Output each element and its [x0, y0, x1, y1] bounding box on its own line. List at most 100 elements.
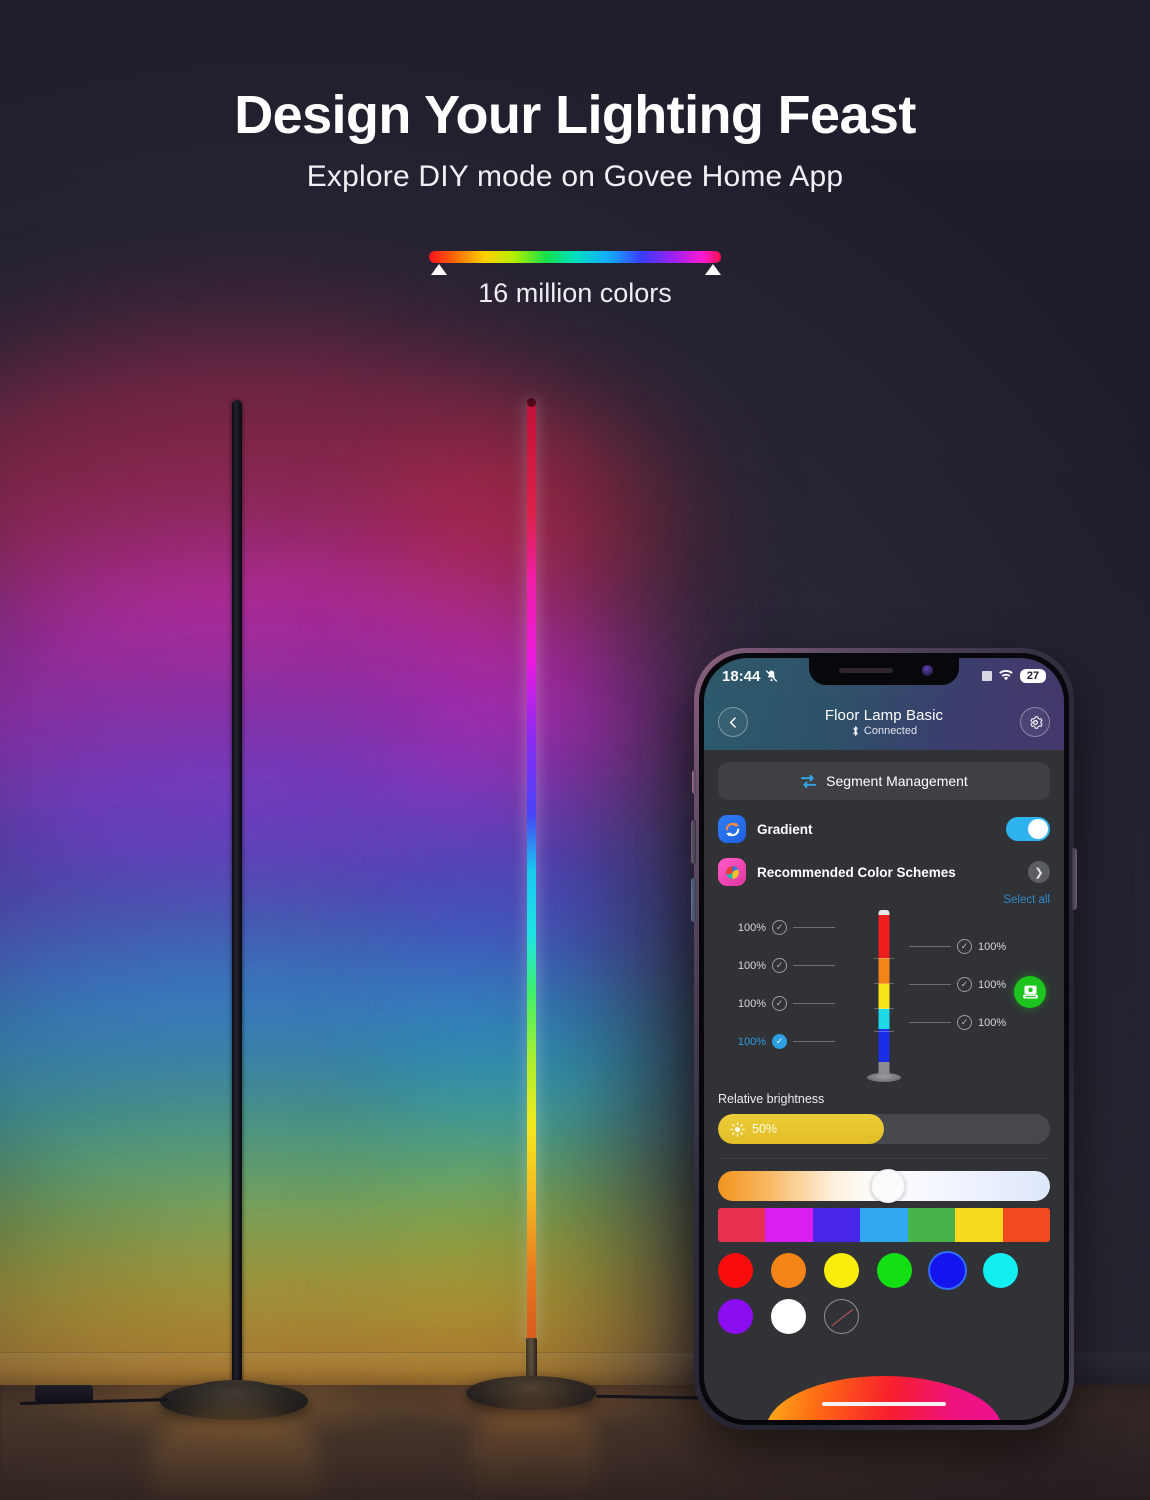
segment-management-label: Segment Management	[826, 773, 968, 789]
app-content: Segment Management Gradient Recommended …	[704, 750, 1064, 1420]
scheme-swatch-6[interactable]	[955, 1208, 1003, 1242]
device-status: Connected	[825, 725, 943, 737]
settings-button[interactable]	[1020, 707, 1050, 737]
sun-icon	[730, 1121, 745, 1137]
segment-checkbox-right-1[interactable]: ✓	[957, 939, 972, 954]
segment-checkbox-left-4[interactable]: ✓	[772, 1034, 787, 1049]
chevron-right-icon[interactable]: ❯	[1028, 861, 1050, 883]
recommended-color-schemes-label: Recommended Color Schemes	[757, 864, 956, 880]
segment-color-5[interactable]	[878, 1029, 890, 1062]
status-left: 18:44	[722, 668, 778, 685]
select-all-link[interactable]: Select all	[718, 894, 1050, 906]
color-swatch-purple[interactable]	[718, 1299, 753, 1334]
segment-tick-left-2[interactable]: 100% ✓	[732, 958, 835, 973]
phone-mute-switch[interactable]	[692, 770, 696, 794]
relative-brightness-fill: 50%	[718, 1114, 884, 1144]
phone-power-button[interactable]	[1072, 848, 1077, 910]
segment-checkbox-left-1[interactable]: ✓	[772, 920, 787, 935]
gear-icon	[1029, 715, 1043, 729]
color-swatch-red[interactable]	[718, 1253, 753, 1288]
segment-pct-left-1: 100%	[737, 921, 766, 934]
segment-color-1[interactable]	[878, 914, 890, 959]
device-name: Floor Lamp Basic	[824, 707, 944, 724]
home-indicator[interactable]	[822, 1402, 946, 1406]
spectrum-caption: 16 million colors	[478, 278, 672, 308]
color-swatch-blue[interactable]	[930, 1253, 965, 1288]
color-swatch-green[interactable]	[877, 1253, 912, 1288]
scheme-swatch-4[interactable]	[860, 1208, 908, 1242]
gradient-toggle[interactable]	[1006, 817, 1050, 841]
relative-brightness-slider[interactable]: 50%	[718, 1114, 1050, 1144]
scheme-swatch-7[interactable]	[1002, 1208, 1050, 1242]
gradient-row[interactable]: Gradient	[718, 815, 1050, 843]
phone-mockup: 18:44 27 Floor Lamp Basic Connected Segm…	[691, 648, 1077, 1430]
spectrum-bar	[429, 251, 721, 275]
segment-tick-left-1[interactable]: 100% ✓	[732, 920, 835, 935]
status-right: 27	[982, 669, 1046, 683]
segment-divider-4	[874, 1031, 894, 1032]
scheme-swatch-1[interactable]	[718, 1208, 766, 1242]
color-swatch-grid	[718, 1253, 1050, 1334]
segment-color-2[interactable]	[878, 958, 890, 984]
status-bar: 18:44 27	[704, 658, 1064, 694]
segment-divider-3	[874, 1008, 894, 1009]
spectrum-gradient	[429, 251, 721, 263]
phone-bezel: 18:44 27 Floor Lamp Basic Connected Segm…	[699, 653, 1069, 1425]
power-adapter	[35, 1385, 93, 1403]
segment-pct-right-2: 100%	[978, 978, 1007, 991]
segment-tick-left-4[interactable]: 100% ✓	[732, 1034, 835, 1049]
spectrum-left-marker-icon	[431, 264, 447, 275]
segment-pct-left-2: 100%	[737, 959, 766, 972]
color-swatch-orange[interactable]	[771, 1253, 806, 1288]
bottom-gradient-arc	[766, 1376, 1002, 1420]
right-lamp-tip	[527, 398, 536, 407]
connection-status-text: Connected	[863, 725, 918, 737]
segment-lamp-cap	[878, 910, 890, 915]
segment-pct-right-1: 100%	[978, 940, 1007, 953]
page-title: Design Your Lighting Feast	[234, 85, 916, 145]
camera-scan-icon[interactable]	[1014, 976, 1046, 1008]
color-wheel-icon	[718, 858, 746, 886]
device-title-block: Floor Lamp Basic Connected	[825, 707, 943, 737]
scheme-swatch-3[interactable]	[812, 1208, 861, 1242]
color-swatch-white[interactable]	[771, 1299, 806, 1334]
cellular-signal-icon	[982, 671, 992, 681]
segment-pct-left-4: 100%	[737, 1035, 766, 1048]
rgb-floor-lamp-right-tube	[527, 400, 536, 1340]
scheme-swatch-5[interactable]	[907, 1208, 956, 1242]
segment-checkbox-left-3[interactable]: ✓	[772, 996, 787, 1011]
phone-volume-down-button[interactable]	[691, 878, 696, 922]
color-swatch-none[interactable]	[824, 1299, 859, 1334]
phone-screen: 18:44 27 Floor Lamp Basic Connected Segm…	[704, 658, 1064, 1420]
rgb-floor-lamp-left-pole	[232, 400, 242, 1385]
scheme-swatch-2[interactable]	[765, 1208, 813, 1242]
phone-volume-up-button[interactable]	[691, 820, 696, 864]
segment-checkbox-right-2[interactable]: ✓	[957, 977, 972, 992]
segment-lamp-strip[interactable]	[878, 914, 890, 1062]
color-scheme-swatch-row[interactable]	[718, 1208, 1050, 1242]
segment-tick-right-2[interactable]: ✓ 100%	[909, 977, 1012, 992]
segment-checkbox-left-2[interactable]: ✓	[772, 958, 787, 973]
segment-tick-right-3[interactable]: ✓ 100%	[909, 1015, 1012, 1030]
color-swatch-cyan[interactable]	[983, 1253, 1018, 1288]
color-temperature-slider[interactable]	[718, 1169, 1050, 1203]
bluetooth-icon	[853, 726, 858, 736]
recommended-color-schemes-row[interactable]: Recommended Color Schemes ❯	[718, 858, 1050, 886]
segment-leader-left-4	[793, 1041, 835, 1042]
segment-pct-right-3: 100%	[978, 1016, 1007, 1029]
segment-tick-left-3[interactable]: 100% ✓	[732, 996, 835, 1011]
bell-mute-icon	[765, 669, 778, 683]
segment-management-button[interactable]: Segment Management	[718, 762, 1050, 800]
color-swatch-yellow[interactable]	[824, 1253, 859, 1288]
back-button[interactable]	[718, 707, 748, 737]
segment-color-3[interactable]	[878, 983, 890, 1009]
gradient-refresh-icon	[718, 815, 746, 843]
segment-checkbox-right-3[interactable]: ✓	[957, 1015, 972, 1030]
gradient-label: Gradient	[757, 821, 813, 837]
color-temperature-handle[interactable]	[870, 1169, 905, 1203]
nav-bar: Floor Lamp Basic Connected	[704, 694, 1064, 750]
segment-leader-right-2	[909, 984, 951, 985]
segment-tick-right-1[interactable]: ✓ 100%	[909, 939, 1012, 954]
segment-color-4[interactable]	[878, 1008, 890, 1030]
battery-indicator: 27	[1020, 669, 1046, 683]
